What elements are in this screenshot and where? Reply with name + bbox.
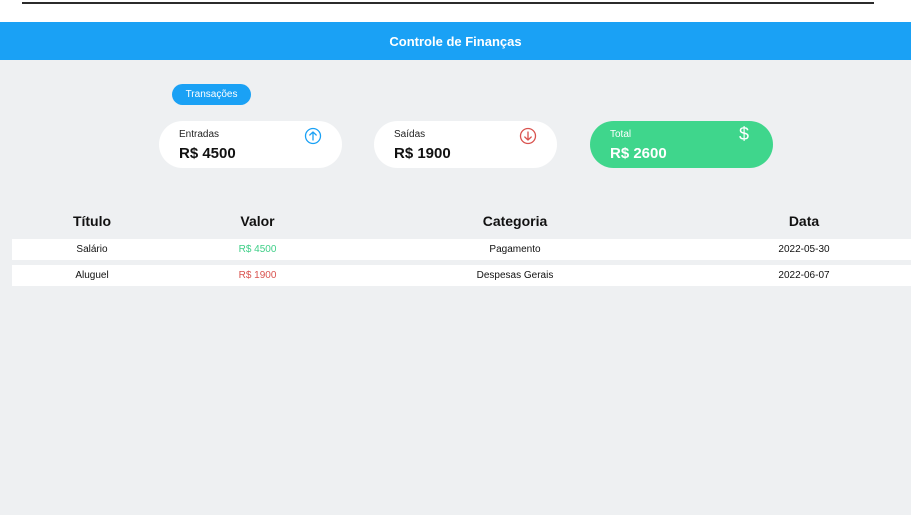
table-row: Aluguel R$ 1900 Despesas Gerais 2022-06-… <box>12 265 911 286</box>
arrow-up-circle-icon <box>304 127 322 145</box>
row-valor: R$ 1900 <box>238 270 277 281</box>
entradas-value: R$ 4500 <box>179 145 236 162</box>
row-categoria: Pagamento <box>489 244 541 255</box>
dollar-icon: $ <box>738 124 749 144</box>
table-row: Salário R$ 4500 Pagamento 2022-05-30 <box>12 239 911 260</box>
saidas-label: Saídas <box>394 129 426 140</box>
browser-top-strip <box>0 0 911 22</box>
row-titulo: Salário <box>76 244 108 255</box>
transacoes-button[interactable]: Transações <box>172 84 251 105</box>
saidas-card: Saídas R$ 1900 <box>374 121 557 168</box>
top-divider <box>22 2 874 4</box>
arrow-down-circle-icon <box>519 127 537 145</box>
column-header-titulo: Título <box>72 213 112 229</box>
column-header-categoria: Categoria <box>482 213 548 229</box>
app-header: Controle de Finanças <box>0 22 911 60</box>
row-categoria: Despesas Gerais <box>476 270 554 281</box>
row-data: 2022-06-07 <box>778 270 830 281</box>
row-titulo: Aluguel <box>75 270 109 281</box>
column-header-valor: Valor <box>240 213 275 229</box>
page-title: Controle de Finanças <box>389 33 522 49</box>
entradas-label: Entradas <box>179 129 220 140</box>
row-valor: R$ 4500 <box>238 244 277 255</box>
total-value: R$ 2600 <box>610 145 667 162</box>
table-header: Título Valor Categoria Data <box>0 213 911 233</box>
entradas-card: Entradas R$ 4500 <box>159 121 342 168</box>
column-header-data: Data <box>788 213 820 229</box>
row-data: 2022-05-30 <box>778 244 830 255</box>
total-card: Total R$ 2600 $ <box>590 121 773 168</box>
saidas-value: R$ 1900 <box>394 145 451 162</box>
total-label: Total <box>610 129 632 140</box>
